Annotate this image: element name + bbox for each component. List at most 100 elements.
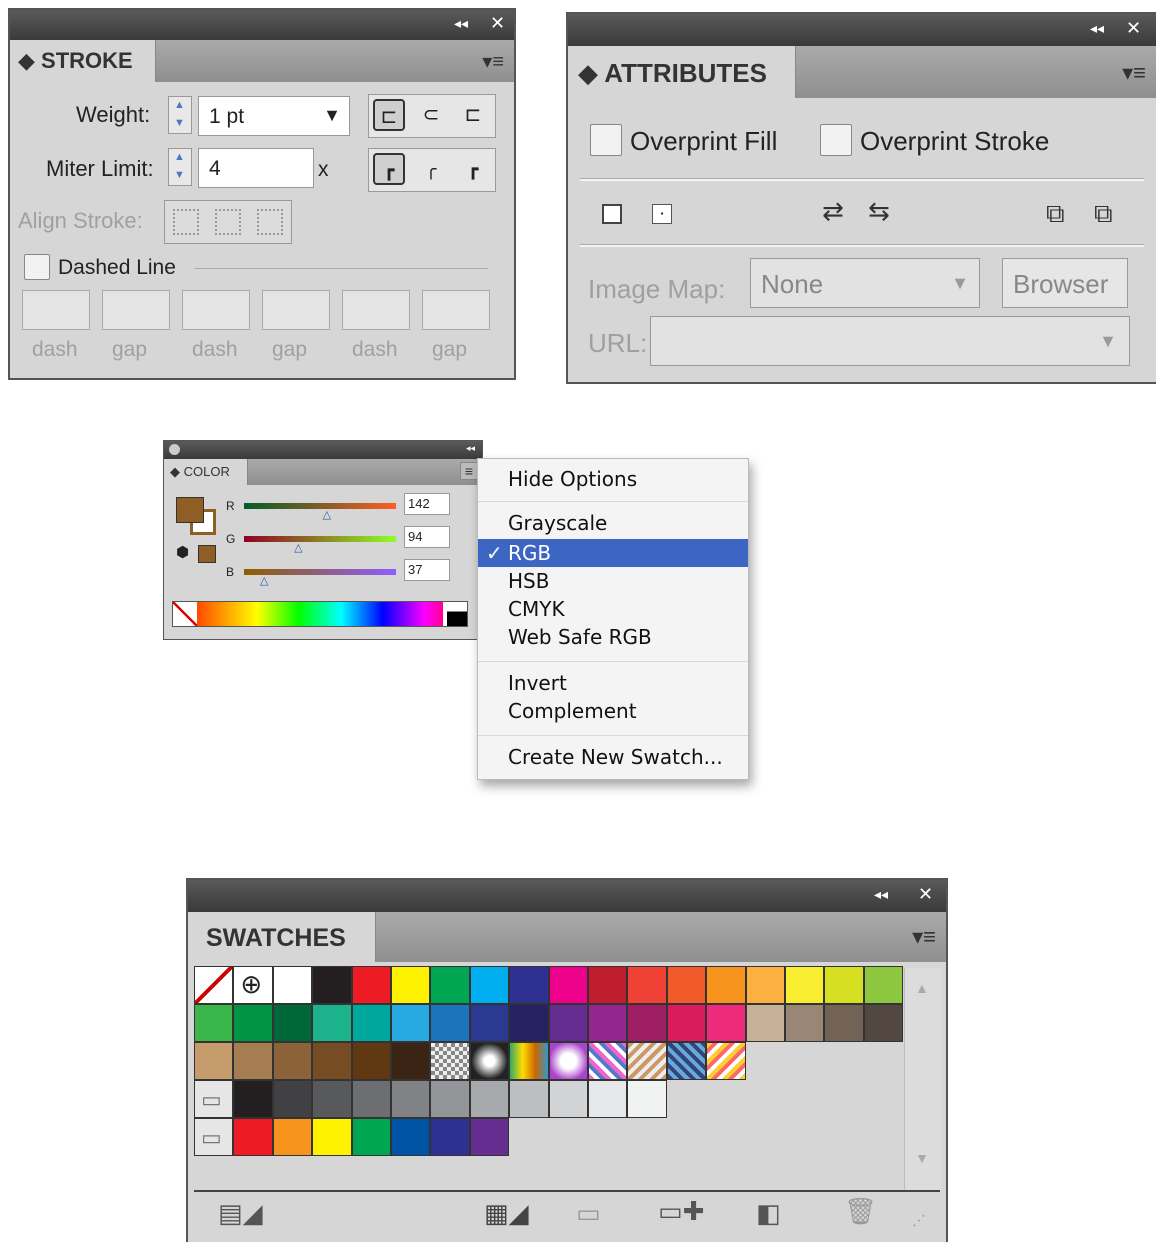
color-swatch[interactable] [312,1118,352,1156]
color-swatch[interactable] [312,966,352,1004]
color-swatch[interactable] [194,1004,234,1042]
tab-stroke[interactable]: ◆ STROKE [10,40,156,82]
collapse-icon[interactable]: ◂◂ [454,15,468,32]
overprint-fill-checkbox[interactable] [590,124,622,156]
color-swatch[interactable] [430,1118,470,1156]
out-of-web-gamut-icon[interactable]: ⬢ [176,543,189,561]
resize-grip-icon[interactable]: ⋰ [912,1212,926,1229]
square-cap-icon[interactable]: ⊏ [457,99,489,131]
color-swatch[interactable] [588,1004,628,1042]
color-swatch[interactable] [785,966,825,1004]
color-group-folder-icon[interactable]: ▭ [194,1080,234,1118]
color-swatch[interactable] [548,966,588,1004]
tab-color[interactable]: ◆ COLOR [164,459,248,485]
color-swatch[interactable] [785,1004,825,1042]
color-swatch[interactable] [351,1118,391,1156]
collapse-icon[interactable]: ◂◂ [874,886,888,903]
color-swatch[interactable] [312,1080,352,1118]
none-swatch[interactable] [173,602,197,626]
stroke-titlebar[interactable]: ◂◂ ✕ [10,10,514,40]
color-swatch[interactable] [824,966,864,1004]
butt-cap-icon[interactable]: ⊏ [373,99,405,131]
panel-menu-icon[interactable]: ≡ [459,462,478,480]
scroll-down-icon[interactable]: ▼ [915,1150,929,1166]
pattern-swatch[interactable] [706,1042,746,1080]
color-swatch[interactable] [469,966,510,1004]
color-swatch[interactable] [272,1118,313,1156]
color-swatch[interactable] [548,1080,588,1118]
round-cap-icon[interactable]: ⊂ [415,99,447,131]
color-swatch[interactable] [272,966,313,1004]
align-center-icon[interactable] [173,209,199,235]
browser-button[interactable]: Browser [1002,258,1128,308]
menu-item-hsb[interactable]: HSB [478,567,748,595]
gradient-swatch[interactable] [469,1042,510,1080]
menu-item-cmyk[interactable]: CMYK [478,595,748,623]
gap-input[interactable] [102,290,170,330]
channel-g-input[interactable]: 94 [404,526,450,548]
color-swatch[interactable] [391,1118,431,1156]
color-swatch[interactable] [351,966,391,1004]
pattern-swatch[interactable] [588,1042,628,1080]
color-group-folder-icon[interactable]: ▭ [194,1118,234,1156]
chevron-down-icon[interactable]: ▼ [323,105,341,126]
miter-input[interactable]: 4 [198,148,314,188]
color-swatch[interactable] [627,966,667,1004]
dashed-line-checkbox[interactable] [24,254,50,280]
color-swatch[interactable] [588,966,628,1004]
url-combobox[interactable]: ▼ [650,316,1130,366]
align-inside-icon[interactable] [215,209,241,235]
dash-input[interactable] [22,290,90,330]
weight-stepper[interactable]: ▲ ▼ [168,96,192,134]
dash-input[interactable] [182,290,250,330]
channel-g-slider[interactable] [244,536,396,542]
miter-join-icon[interactable]: ┏ [373,153,405,185]
collapse-icon[interactable]: ◂◂ [1090,20,1104,37]
use-non-zero-winding-icon[interactable]: ⧉ [1046,198,1065,230]
show-center-off-icon[interactable] [602,204,622,224]
color-swatch[interactable] [391,1042,431,1080]
color-spectrum[interactable] [172,601,468,627]
color-swatch[interactable] [509,1080,549,1118]
channel-b-input[interactable]: 37 [404,559,450,581]
menu-item-create-new-swatch[interactable]: Create New Swatch... [478,743,748,771]
color-swatch[interactable] [312,1004,352,1042]
close-icon[interactable]: ✕ [918,884,933,905]
trash-icon[interactable]: 🗑 [844,1196,877,1227]
color-titlebar[interactable]: ◂◂ [164,441,482,459]
swatches-titlebar[interactable]: ◂◂ ✕ [188,880,946,912]
color-swatch[interactable] [233,1080,273,1118]
color-swatch[interactable] [351,1004,391,1042]
menu-item-web-safe-rgb[interactable]: Web Safe RGB [478,623,748,651]
color-swatch[interactable] [430,1080,470,1118]
round-join-icon[interactable]: ╭ [415,153,447,185]
weight-input[interactable]: 1 pt ▼ [198,96,350,136]
close-icon[interactable]: ✕ [490,13,505,34]
color-swatch[interactable] [863,966,904,1004]
color-swatch[interactable] [745,966,785,1004]
slider-thumb-icon[interactable]: △ [260,574,268,587]
chevron-down-icon[interactable]: ▼ [1099,331,1117,352]
use-even-odd-icon[interactable]: ⧉ [1094,198,1113,230]
show-swatch-kinds-icon[interactable]: ▦◢ [484,1198,529,1229]
slider-thumb-icon[interactable]: △ [323,508,331,521]
new-swatch-icon[interactable]: ◧ [756,1198,781,1229]
panel-menu-icon[interactable]: ▾≡ [912,924,936,950]
swatch-libraries-icon[interactable]: ▤◢ [218,1198,263,1229]
tab-attributes[interactable]: ◆ ATTRIBUTES [568,46,796,98]
overprint-stroke-checkbox[interactable] [820,124,852,156]
color-swatch[interactable] [233,1118,273,1156]
miter-stepper[interactable]: ▲ ▼ [168,148,192,186]
color-swatch[interactable] [351,1080,391,1118]
swatch-scrollbar[interactable]: ▲ ▼ [904,968,941,1190]
gap-input[interactable] [262,290,330,330]
channel-r-slider[interactable] [244,503,396,509]
color-swatch[interactable] [391,1004,431,1042]
color-swatch[interactable] [627,1004,667,1042]
color-swatch[interactable] [509,966,549,1004]
color-swatch[interactable] [469,1118,510,1156]
menu-item-grayscale[interactable]: Grayscale [478,509,748,537]
color-swatch[interactable] [627,1080,667,1118]
channel-r-input[interactable]: 142 [404,493,450,515]
align-outside-icon[interactable] [257,209,283,235]
